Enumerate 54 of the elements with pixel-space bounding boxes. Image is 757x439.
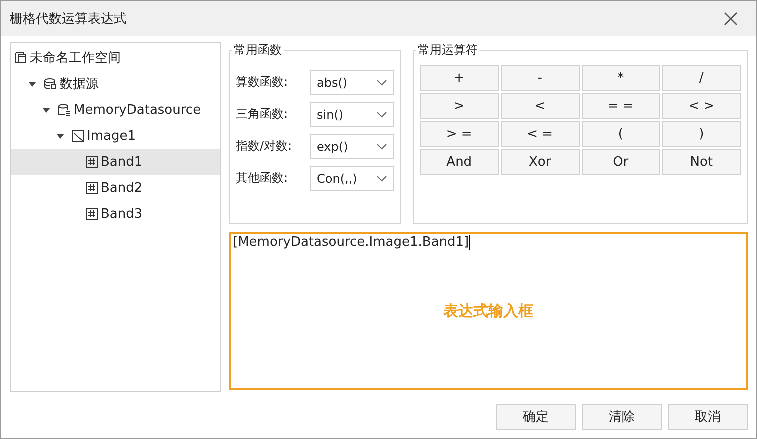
operator-button[interactable]: ) — [662, 121, 741, 147]
tree-item[interactable]: Band3 — [11, 201, 220, 227]
operator-button[interactable]: > = — [420, 121, 499, 147]
function-dropdown[interactable]: sin() — [310, 102, 394, 127]
dialog-button[interactable]: 清除 — [582, 404, 662, 430]
operator-button[interactable]: ( — [582, 121, 660, 147]
tree-item[interactable]: 未命名工作空间 — [11, 45, 220, 71]
annotation-label: 表达式输入框 — [444, 302, 534, 322]
expand-arrow-icon[interactable] — [57, 132, 64, 140]
operator-button[interactable]: < = — [500, 121, 580, 147]
grid-icon — [86, 182, 98, 194]
tree-item[interactable]: 数据源 — [11, 71, 220, 97]
expression-field[interactable]: [MemoryDatasource.Image1.Band1] 表达式输入框 — [229, 232, 748, 390]
function-label: 三角函数: — [236, 106, 288, 123]
operator-button[interactable]: Not — [662, 149, 741, 175]
chevron-down-icon — [377, 176, 387, 182]
expand-arrow-icon[interactable] — [29, 80, 36, 88]
tree-item[interactable]: MemoryDatasource — [11, 97, 220, 123]
group-title: 常用运算符 — [417, 42, 479, 59]
group-title: 常用函数 — [233, 42, 283, 59]
operator-button[interactable]: + — [420, 65, 499, 91]
function-dropdown[interactable]: exp() — [310, 134, 394, 159]
expand-arrow-icon[interactable] — [43, 106, 50, 114]
operator-button[interactable]: Xor — [500, 149, 580, 175]
window-title: 栅格代数运算表达式 — [10, 10, 127, 28]
function-dropdown[interactable]: abs() — [310, 70, 394, 95]
grid-icon — [86, 208, 98, 220]
function-label: 指数/对数: — [236, 138, 292, 155]
dialog-button[interactable]: 确定 — [496, 404, 576, 430]
dialog-button[interactable]: 取消 — [668, 404, 748, 430]
operator-button[interactable]: Or — [582, 149, 660, 175]
chevron-down-icon — [377, 112, 387, 118]
grid-icon — [86, 156, 98, 168]
chevron-down-icon — [377, 144, 387, 150]
tree-item[interactable]: Band1 — [11, 149, 220, 175]
function-dropdown[interactable]: Con(,,) — [310, 166, 394, 191]
tree-item[interactable]: Band2 — [11, 175, 220, 201]
image-icon — [72, 130, 84, 142]
operator-button[interactable]: > — [420, 93, 499, 119]
database-icon — [44, 78, 57, 90]
close-icon[interactable] — [724, 12, 738, 26]
chevron-down-icon — [377, 80, 387, 86]
operator-button[interactable]: = = — [582, 93, 660, 119]
operator-button[interactable]: < > — [662, 93, 741, 119]
operator-button[interactable]: And — [420, 149, 499, 175]
function-label: 算数函数: — [236, 74, 288, 91]
function-label: 其他函数: — [236, 170, 288, 187]
database-icon — [58, 104, 71, 116]
workspace-icon — [15, 52, 27, 64]
operator-button[interactable]: * — [582, 65, 660, 91]
operator-button[interactable]: < — [500, 93, 580, 119]
operator-button[interactable]: / — [662, 65, 741, 91]
operator-button[interactable]: - — [500, 65, 580, 91]
tree-item[interactable]: Image1 — [11, 123, 220, 149]
